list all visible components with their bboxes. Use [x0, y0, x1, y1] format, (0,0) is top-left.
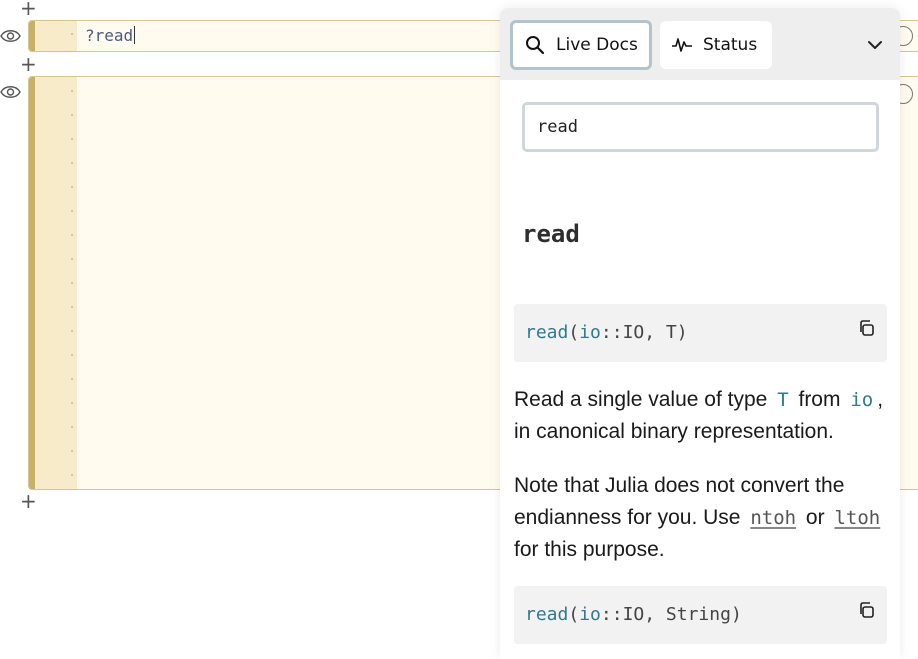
add-cell-button[interactable]: + [20, 54, 37, 74]
add-cell-button[interactable]: + [20, 0, 37, 18]
inline-code: T [777, 389, 789, 411]
search-value: read [537, 117, 578, 137]
search-icon [526, 36, 545, 55]
arg-name: io [579, 604, 601, 625]
doc-paragraph: Note that Julia does not convert the end… [514, 470, 894, 566]
text: from [798, 388, 841, 411]
tab-label: Live Docs [556, 35, 638, 55]
paren: ( [568, 604, 580, 625]
arg-rest: IO, T) [622, 322, 688, 343]
function-name: read [525, 322, 569, 343]
line-gutter [35, 21, 77, 51]
show-output-eye-icon[interactable] [0, 28, 21, 44]
doc-title: read [522, 220, 580, 248]
copy-icon[interactable] [859, 320, 875, 337]
inline-code: io [850, 389, 874, 411]
show-output-eye-icon[interactable] [0, 84, 21, 100]
tab-label: Status [703, 35, 758, 55]
signature-codeblock: read(io::IO, T) [514, 304, 887, 362]
code-editor[interactable]: ?read [85, 26, 136, 45]
doc-paragraph: Read a single value of type T from io, i… [514, 384, 894, 448]
add-cell-button[interactable]: + [20, 491, 37, 511]
paren: ( [568, 322, 580, 343]
chevron-down-icon[interactable] [866, 36, 884, 54]
live-docs-panel: Live Docs Status read read read(io::IO, … [500, 8, 900, 659]
tab-status[interactable]: Status [660, 21, 772, 69]
text: or [805, 506, 825, 529]
function-name: read [525, 604, 569, 625]
text: for this purpose. [514, 538, 665, 561]
code-text: ?read [85, 26, 134, 45]
text-caret [134, 26, 136, 44]
arg-name: io [579, 322, 601, 343]
doc-link-ltoh[interactable]: ltoh [830, 507, 884, 529]
arg-rest: IO, String) [622, 604, 742, 625]
type-sep: :: [600, 322, 623, 343]
text: Read a single value of type [514, 388, 768, 411]
doc-link-ntoh[interactable]: ntoh [746, 507, 800, 529]
docs-search-input[interactable]: read [522, 102, 879, 152]
type-sep: :: [600, 604, 623, 625]
copy-icon[interactable] [859, 602, 875, 619]
line-gutter [35, 77, 77, 489]
signature-codeblock: read(io::IO, String) [514, 586, 887, 644]
code-editor[interactable] [85, 82, 485, 472]
activity-icon [672, 38, 692, 52]
tab-live-docs[interactable]: Live Docs [510, 20, 652, 70]
panel-header: Live Docs Status [500, 8, 900, 80]
